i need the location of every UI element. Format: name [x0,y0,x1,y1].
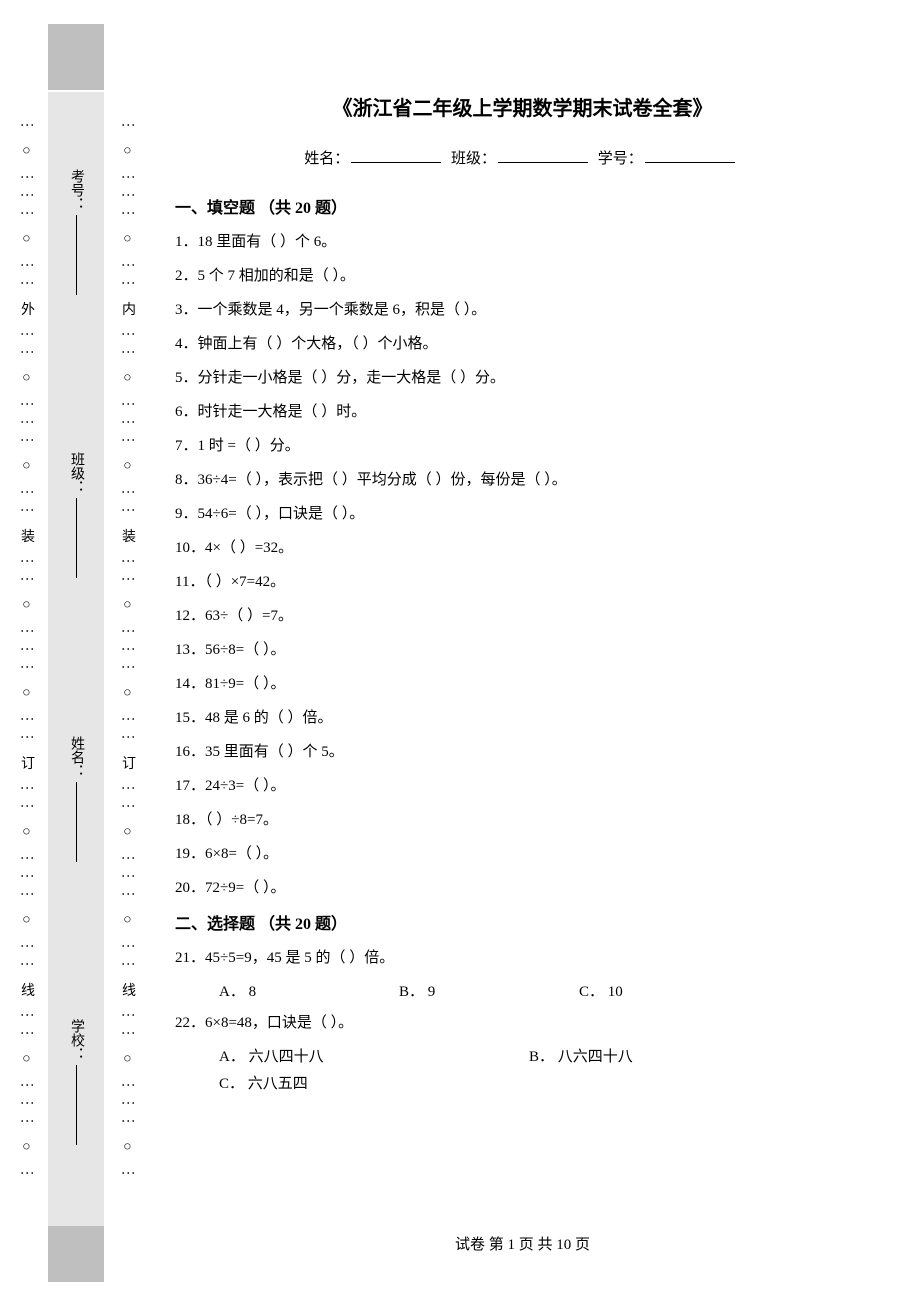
info-examno-line [76,215,77,295]
meta-id-blank [645,162,735,163]
binding-inner-column: ⋮ ○ ⋮⋮⋮ ○ ⋮⋮ 内 ⋮⋮ ○ ⋮⋮⋮ ○ ⋮⋮ 装 ⋮⋮ ○ ⋮⋮⋮ … [105,0,149,1302]
q9: 9．54÷6=（ ），口诀是（ ）。 [175,502,870,526]
q22-choice-a: A． 六八四十八 [219,1045,529,1066]
main-content: 《浙江省二年级上学期数学期末试卷全套》 姓名： 班级： 学号： 一、填空题 （共… [175,92,870,1101]
q13: 13．56÷8=（ ）。 [175,638,870,662]
binding-strip-top [48,24,104,90]
student-info-sidebar: 考号： 班级： 姓名： 学校： [56,92,96,1226]
q11: 11．（ ）×7=42。 [175,570,870,594]
info-name: 姓名： [66,736,86,866]
meta-class-blank [498,162,588,163]
q4: 4．钟面上有（ ）个大格，（ ）个小格。 [175,332,870,356]
document-title: 《浙江省二年级上学期数学期末试卷全套》 [175,92,870,121]
q21-choice-c: C． 10 [579,980,759,1001]
q22-stem: 22．6×8=48，口诀是（ ）。 [175,1011,870,1035]
q22-choices: A． 六八四十八 B． 八六四十八 C． 六八五四 [219,1045,870,1093]
info-class: 班级： [66,452,86,582]
q16: 16．35 里面有（ ）个 5。 [175,740,870,764]
q17: 17．24÷3=（ ）。 [175,774,870,798]
meta-name-blank [351,162,441,163]
q7: 7．1 时 =（ ）分。 [175,434,870,458]
info-school-line [76,1065,77,1145]
page-footer: 试卷 第 1 页 共 10 页 [175,1233,870,1254]
q22-choice-b: B． 八六四十八 [529,1045,839,1066]
q19: 19．6×8=（ ）。 [175,842,870,866]
q10: 10．4×（ ）=32。 [175,536,870,560]
section2-head: 二、选择题 （共 20 题） [175,910,870,934]
q21-choice-b: B． 9 [399,980,579,1001]
section1-head: 一、填空题 （共 20 题） [175,194,870,218]
q3: 3．一个乘数是 4，另一个乘数是 6，积是（ ）。 [175,298,870,322]
q22-choice-c: C． 六八五四 [219,1072,529,1093]
q20: 20．72÷9=（ ）。 [175,876,870,900]
q18: 18．（ ）÷8=7。 [175,808,870,832]
info-examno-label: 考号： [66,169,86,211]
q14: 14．81÷9=（ ）。 [175,672,870,696]
info-name-label: 姓名： [66,736,86,778]
binding-outer-text: ⋮ ○ ⋮⋮⋮ ○ ⋮⋮ 外 ⋮⋮ ○ ⋮⋮⋮ ○ ⋮⋮ 装 ⋮⋮ ○ ⋮⋮⋮ … [19,118,33,1184]
meta-line: 姓名： 班级： 学号： [175,147,870,168]
q5: 5．分针走一小格是（ ）分，走一大格是（ ）分。 [175,366,870,390]
info-school: 学校： [66,1019,86,1149]
info-class-label: 班级： [66,452,86,494]
binding-outer-column: ⋮ ○ ⋮⋮⋮ ○ ⋮⋮ 外 ⋮⋮ ○ ⋮⋮⋮ ○ ⋮⋮ 装 ⋮⋮ ○ ⋮⋮⋮ … [4,0,48,1302]
info-school-label: 学校： [66,1019,86,1061]
q2: 2．5 个 7 相加的和是（ ）。 [175,264,870,288]
info-class-line [76,498,77,578]
q6: 6．时针走一大格是（ ）时。 [175,400,870,424]
meta-class-label: 班级： [451,151,496,167]
binding-strip-bot [48,1226,104,1282]
meta-name-label: 姓名： [304,151,349,167]
q21-stem: 21．45÷5=9，45 是 5 的（ ）倍。 [175,946,870,970]
info-examno: 考号： [66,169,86,299]
q12: 12．63÷（ ）=7。 [175,604,870,628]
meta-id-label: 学号： [598,151,643,167]
q1: 1．18 里面有（ ）个 6。 [175,230,870,254]
q8: 8．36÷4=（ ），表示把（ ）平均分成（ ）份，每份是（ ）。 [175,468,870,492]
q15: 15．48 是 6 的（ ）倍。 [175,706,870,730]
info-name-line [76,782,77,862]
q21-choice-a: A． 8 [219,980,399,1001]
binding-inner-text: ⋮ ○ ⋮⋮⋮ ○ ⋮⋮ 内 ⋮⋮ ○ ⋮⋮⋮ ○ ⋮⋮ 装 ⋮⋮ ○ ⋮⋮⋮ … [120,118,134,1184]
q21-choices: A． 8 B． 9 C． 10 [219,980,870,1001]
